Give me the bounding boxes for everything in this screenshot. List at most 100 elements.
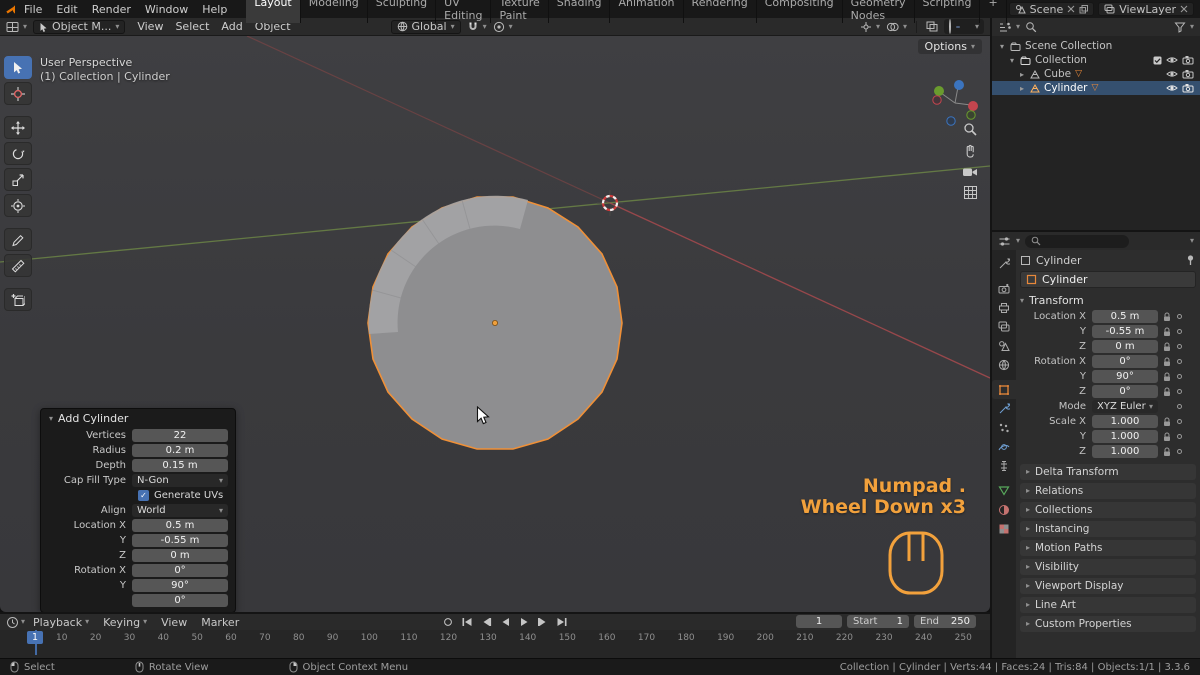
transform-panel-header[interactable]: ▾ Transform [1020,292,1196,309]
search-icon[interactable] [1025,21,1037,33]
properties-search-input[interactable] [1025,234,1130,248]
animate-dot[interactable] [1177,404,1182,409]
tab-world[interactable] [993,355,1015,374]
tool-add-primitive[interactable] [4,288,32,311]
tab-constraints[interactable] [993,456,1015,475]
animate-dot[interactable] [1177,329,1182,334]
tab-scene[interactable] [993,336,1015,355]
animate-dot[interactable] [1177,419,1182,424]
expand-icon[interactable]: ▸ [1018,84,1026,93]
collapsed-panel-section[interactable]: ▸ Viewport Display [1020,578,1196,594]
rotation-x-field[interactable]: 0° [132,564,228,577]
expand-icon[interactable]: ▾ [998,42,1006,51]
lock-icon[interactable] [1163,387,1171,397]
perspective-grid-icon[interactable] [963,185,978,200]
rotation-mode-dropdown[interactable]: XYZ Euler ▾ [1092,400,1158,413]
timeline-editor-icon[interactable] [6,616,19,629]
workspace-tab[interactable]: Sculpting [368,0,437,23]
remove-viewlayer-icon[interactable] [1180,5,1188,13]
properties-editor-icon[interactable] [998,236,1011,247]
timeline-ruler[interactable]: 10 20 30 40 50 60 70 80 90 100 110 120 130 140 150 160 1… [0,630,990,658]
options-dropdown[interactable]: Options ▾ [917,39,982,54]
previous-keyframe-button[interactable] [478,616,494,629]
properties-options-chevron[interactable]: ▾ [1190,237,1194,245]
collapsed-panel-section[interactable]: ▸ Line Art [1020,597,1196,613]
new-copy-icon[interactable] [1079,4,1089,14]
view-menu[interactable]: View [155,616,193,629]
location-z-field[interactable]: 0 m [132,549,228,562]
hide-eye-icon[interactable] [1166,83,1178,93]
play-reverse-button[interactable] [497,616,513,629]
align-dropdown[interactable]: World ▾ [132,504,228,517]
collapsed-panel-section[interactable]: ▸ Relations [1020,483,1196,499]
tab-render[interactable] [993,279,1015,298]
scene-selector[interactable]: Scene [1008,2,1095,16]
rotation-value-field[interactable]: 0° [1092,355,1158,368]
tab-texture[interactable] [993,519,1015,538]
shading-solid-button[interactable] [955,25,960,28]
depth-field[interactable]: 0.15 m [132,459,228,472]
location-value-field[interactable]: 0 m [1092,340,1158,353]
workspace-tab[interactable]: UV Editing [436,0,492,23]
lock-icon[interactable] [1163,357,1171,367]
camera-view-icon[interactable] [962,166,978,178]
tool-select-box[interactable] [4,56,32,79]
vertices-field[interactable]: 22 [132,429,228,442]
workspace-tab[interactable]: Texture Paint [491,0,549,23]
cap-fill-dropdown[interactable]: N-Gon ▾ [132,474,228,487]
operator-panel-title[interactable]: ▾ Add Cylinder [41,409,235,428]
tab-tool[interactable] [993,254,1015,273]
axis-z-neg-ball[interactable] [946,116,956,126]
cylinder-object[interactable] [355,183,635,463]
hide-eye-icon[interactable] [1166,69,1178,79]
outliner-row-object-selected[interactable]: ▸ Cylinder ▽ [992,81,1200,95]
lock-icon[interactable] [1163,342,1171,352]
workspace-tab[interactable]: Geometry Nodes [843,0,915,23]
lock-icon[interactable] [1163,327,1171,337]
topbar-menu-item[interactable]: Help [195,3,234,16]
tab-modifiers[interactable] [993,399,1015,418]
tool-transform[interactable] [4,194,32,217]
rotation-y-field[interactable]: 90° [132,579,228,592]
axis-y-ball[interactable] [934,86,944,96]
location-value-field[interactable]: 0.5 m [1092,310,1158,323]
current-frame-field[interactable]: 1 [796,615,842,628]
location-y-field[interactable]: -0.55 m [132,534,228,547]
location-x-field[interactable]: 0.5 m [132,519,228,532]
collapsed-panel-section[interactable]: ▸ Custom Properties [1020,616,1196,632]
tool-annotate[interactable] [4,228,32,251]
generate-uvs-checkbox[interactable]: ✓ [138,490,149,501]
hide-eye-icon[interactable] [1166,55,1178,65]
workspace-tab[interactable]: Animation [610,0,684,23]
viewlayer-selector[interactable]: ViewLayer [1098,2,1194,16]
tool-rotate[interactable] [4,142,32,165]
tab-object[interactable] [992,380,1016,399]
current-frame-badge[interactable]: 1 [27,631,44,644]
location-value-field[interactable]: -0.55 m [1092,325,1158,338]
viewport-canvas[interactable]: User Perspective (1) Collection | Cylind… [0,36,990,612]
expand-icon[interactable]: ▾ [1008,56,1016,65]
pan-hand-icon[interactable] [963,144,978,159]
collapsed-panel-section[interactable]: ▸ Collections [1020,502,1196,518]
tool-scale[interactable] [4,168,32,191]
tab-material[interactable] [993,500,1015,519]
workspace-tab[interactable]: + [980,0,1007,23]
outliner-row-collection[interactable]: ▾ Collection [992,53,1200,67]
breadcrumb-object-name[interactable]: Cylinder [1036,254,1082,267]
collapsed-panel-section[interactable]: ▸ Visibility [1020,559,1196,575]
collapsed-panel-section[interactable]: ▸ Delta Transform [1020,464,1196,480]
zoom-icon[interactable] [963,122,978,137]
mode-dropdown[interactable]: Object M... ▾ [33,19,126,34]
workspace-tab[interactable]: Compositing [757,0,843,23]
animate-dot[interactable] [1177,449,1182,454]
tool-3d-cursor[interactable] [4,82,32,105]
lock-icon[interactable] [1163,447,1171,457]
outliner-filter-button[interactable]: ▾ [1174,21,1194,33]
unlink-icon[interactable] [1067,5,1075,13]
lock-icon[interactable] [1163,372,1171,382]
animate-dot[interactable] [1177,359,1182,364]
workspace-tab[interactable]: Shading [549,0,611,23]
animate-dot[interactable] [1177,314,1182,319]
lock-icon[interactable] [1163,432,1171,442]
keying-menu[interactable]: Keying ▾ [97,616,153,629]
